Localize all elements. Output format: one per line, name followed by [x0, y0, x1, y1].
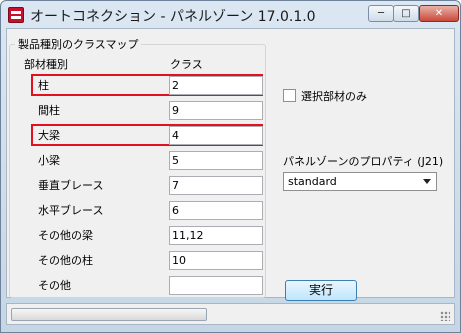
class-input[interactable]: 4 — [169, 126, 263, 145]
status-bar — [6, 303, 455, 325]
app-logo-icon — [8, 7, 24, 23]
maximize-button[interactable]: □ — [393, 5, 419, 22]
member-type-label: 大梁 — [38, 129, 60, 142]
minimize-button[interactable]: ─ — [368, 5, 394, 22]
member-type-label: 柱 — [38, 79, 49, 92]
class-input[interactable]: 7 — [169, 176, 263, 195]
panel-zone-property-label: パネルゾーンのプロパティ (J21) — [283, 155, 444, 168]
panel-zone-property-select[interactable]: standard — [283, 172, 437, 191]
selected-only-checkbox[interactable] — [283, 89, 296, 102]
class-input[interactable]: 11,12 — [169, 226, 263, 245]
chevron-down-icon[interactable] — [423, 179, 431, 184]
close-button[interactable]: ✕ — [419, 5, 459, 22]
panel-zone-property-value: standard — [288, 175, 337, 188]
class-input[interactable]: 5 — [169, 151, 263, 170]
class-input[interactable]: 2 — [169, 76, 263, 95]
execute-button[interactable]: 実行 — [285, 280, 357, 301]
class-input[interactable]: 9 — [169, 101, 263, 120]
class-input[interactable]: 10 — [169, 251, 263, 270]
class-input[interactable]: 6 — [169, 201, 263, 220]
window-title: オートコネクション - パネルゾーン 17.0.1.0 — [30, 9, 316, 25]
member-type-label: 水平ブレース — [38, 204, 104, 217]
class-map-legend: 製品種別のクラスマップ — [15, 36, 142, 52]
progress-bar — [11, 308, 207, 321]
member-type-label: 間柱 — [38, 104, 60, 117]
title-bar[interactable]: オートコネクション - パネルゾーン 17.0.1.0 ─ □ ✕ — [1, 1, 460, 29]
member-type-label: 小梁 — [38, 154, 60, 167]
class-header: クラス — [170, 58, 203, 71]
member-type-label: 垂直ブレース — [38, 179, 104, 192]
member-type-label: その他 — [38, 279, 71, 292]
member-type-label: その他の柱 — [38, 254, 93, 267]
member-type-header: 部材種別 — [24, 58, 68, 71]
selected-only-label: 選択部材のみ — [301, 90, 367, 103]
resize-grip-icon[interactable] — [440, 311, 450, 321]
member-type-label: その他の梁 — [38, 229, 93, 242]
class-input[interactable] — [169, 276, 263, 295]
